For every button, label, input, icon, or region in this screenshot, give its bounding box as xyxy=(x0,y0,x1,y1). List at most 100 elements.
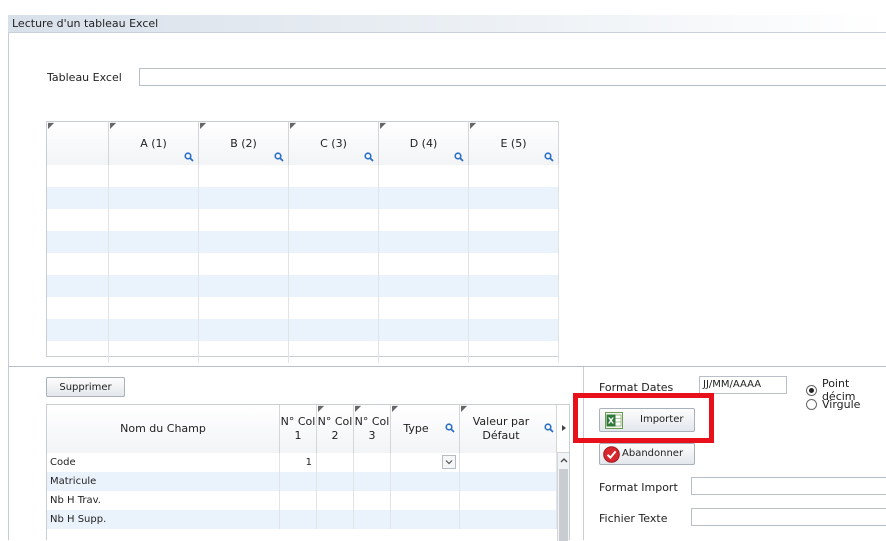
format-dates-input[interactable]: JJ/MM/AAAA xyxy=(699,376,787,394)
excel-grid-cell[interactable] xyxy=(109,253,199,275)
excel-col-header-b[interactable]: ◤ B (2) xyxy=(199,121,289,165)
excel-grid-cell[interactable] xyxy=(469,231,559,253)
mapping-cell-valeur[interactable] xyxy=(460,472,557,491)
excel-file-input[interactable] xyxy=(139,68,886,86)
fichier-texte-input[interactable] xyxy=(691,508,886,526)
excel-grid-cell[interactable] xyxy=(199,319,289,341)
excel-grid-cell[interactable] xyxy=(379,275,469,297)
delete-button[interactable]: Supprimer xyxy=(46,377,125,397)
column-nav-right-icon[interactable] xyxy=(559,423,569,433)
magnifier-icon[interactable] xyxy=(454,152,464,162)
dropdown-chevron-icon[interactable] xyxy=(442,455,456,469)
excel-grid-row[interactable] xyxy=(47,209,559,231)
mapping-cell-col3[interactable] xyxy=(354,453,391,472)
excel-grid-cell[interactable] xyxy=(289,275,379,297)
mapping-grid-row[interactable]: Nb H Supp. xyxy=(47,510,557,529)
excel-grid-cell[interactable] xyxy=(379,209,469,231)
col-header-col3[interactable]: ◤ N° Col 3 xyxy=(354,404,391,453)
mapping-cell-col3[interactable] xyxy=(354,472,391,491)
excel-grid-cell[interactable] xyxy=(47,187,109,209)
mapping-cell-col1[interactable] xyxy=(280,510,317,529)
excel-grid-cell[interactable] xyxy=(379,253,469,275)
radio-virgule[interactable]: Virgule xyxy=(806,398,860,411)
excel-grid-cell[interactable] xyxy=(199,165,289,187)
excel-grid-cell[interactable] xyxy=(379,319,469,341)
magnifier-icon[interactable] xyxy=(364,152,374,162)
mapping-cell-valeur[interactable] xyxy=(460,453,557,472)
col-header-col1[interactable]: N° Col 1 xyxy=(280,405,317,453)
excel-grid-cell[interactable] xyxy=(199,209,289,231)
excel-grid-cell[interactable] xyxy=(289,253,379,275)
mapping-grid-row[interactable]: Nb H Trav. xyxy=(47,491,557,510)
scroll-thumb[interactable] xyxy=(559,469,568,541)
excel-col-header-c[interactable]: ◤ C (3) xyxy=(289,121,379,165)
excel-grid-cell[interactable] xyxy=(289,209,379,231)
format-import-input[interactable] xyxy=(691,477,886,495)
cancel-button[interactable]: Abandonner xyxy=(599,443,695,465)
magnifier-icon[interactable] xyxy=(274,152,284,162)
excel-grid-cell[interactable] xyxy=(109,341,199,363)
excel-grid-cell[interactable] xyxy=(199,253,289,275)
excel-grid-cell[interactable] xyxy=(379,341,469,363)
excel-col-header-d[interactable]: ◤ D (4) xyxy=(379,121,469,165)
excel-grid-cell[interactable] xyxy=(109,275,199,297)
excel-grid-cell[interactable] xyxy=(199,275,289,297)
excel-grid-cell[interactable] xyxy=(47,209,109,231)
mapping-cell-type[interactable] xyxy=(391,453,460,472)
excel-grid-cell[interactable] xyxy=(47,275,109,297)
magnifier-icon[interactable] xyxy=(544,423,554,433)
col-header-nom-champ[interactable]: Nom du Champ xyxy=(47,405,280,453)
magnifier-icon[interactable] xyxy=(544,152,554,162)
excel-grid-cell[interactable] xyxy=(289,231,379,253)
excel-grid-cell[interactable] xyxy=(109,209,199,231)
excel-grid-cell[interactable] xyxy=(199,297,289,319)
mapping-cell-valeur[interactable] xyxy=(460,491,557,510)
mapping-cell-col2[interactable] xyxy=(317,472,354,491)
excel-grid-row[interactable] xyxy=(47,297,559,319)
excel-grid-cell[interactable] xyxy=(469,253,559,275)
mapping-grid-row[interactable]: Code 1 xyxy=(47,453,557,472)
field-mapping-grid[interactable]: Nom du Champ N° Col 1 ◤ N° Col 2 ◤ N° Co… xyxy=(46,404,570,541)
mapping-cell-col3[interactable] xyxy=(354,510,391,529)
col-header-valeur-defaut[interactable]: ◤ Valeur par Défaut xyxy=(460,404,557,453)
col-header-type[interactable]: ◤ Type xyxy=(391,404,460,453)
excel-grid-row[interactable] xyxy=(47,187,559,209)
magnifier-icon[interactable] xyxy=(445,423,455,433)
excel-grid-cell[interactable] xyxy=(289,187,379,209)
mapping-cell-nom[interactable]: Matricule xyxy=(47,472,280,491)
excel-grid-cell[interactable] xyxy=(47,297,109,319)
mapping-cell-nom[interactable]: Nb H Supp. xyxy=(47,510,280,529)
mapping-cell-col2[interactable] xyxy=(317,510,354,529)
excel-col-header-a[interactable]: ◤ A (1) xyxy=(109,121,199,165)
mapping-cell-nom[interactable]: Nb H Trav. xyxy=(47,491,280,510)
excel-grid-cell[interactable] xyxy=(47,165,109,187)
excel-grid-cell[interactable] xyxy=(469,275,559,297)
excel-grid-cell[interactable] xyxy=(379,165,469,187)
excel-grid-cell[interactable] xyxy=(109,165,199,187)
excel-grid-row[interactable] xyxy=(47,319,559,341)
excel-grid-row[interactable] xyxy=(47,231,559,253)
excel-col-header-e[interactable]: ◤ E (5) xyxy=(469,121,559,165)
excel-grid-cell[interactable] xyxy=(289,341,379,363)
mapping-cell-col3[interactable] xyxy=(354,491,391,510)
excel-grid-cell[interactable] xyxy=(47,231,109,253)
excel-grid-cell[interactable] xyxy=(109,187,199,209)
mapping-cell-col2[interactable] xyxy=(317,491,354,510)
excel-grid-cell[interactable] xyxy=(47,341,109,363)
magnifier-icon[interactable] xyxy=(184,152,194,162)
excel-grid-cell[interactable] xyxy=(199,341,289,363)
mapping-cell-type[interactable] xyxy=(391,510,460,529)
excel-grid-cell[interactable] xyxy=(469,187,559,209)
excel-grid-cell[interactable] xyxy=(379,231,469,253)
excel-grid-cell[interactable] xyxy=(469,319,559,341)
excel-grid-cell[interactable] xyxy=(47,253,109,275)
mapping-cell-col1[interactable]: 1 xyxy=(280,453,317,472)
mapping-grid-row[interactable]: Matricule xyxy=(47,472,557,491)
mapping-cell-col1[interactable] xyxy=(280,472,317,491)
excel-col-header-rownum[interactable]: ◤ xyxy=(47,121,109,165)
excel-grid-cell[interactable] xyxy=(289,297,379,319)
excel-grid-row[interactable] xyxy=(47,165,559,187)
excel-grid-cell[interactable] xyxy=(469,165,559,187)
excel-grid-cell[interactable] xyxy=(289,165,379,187)
mapping-cell-type[interactable] xyxy=(391,472,460,491)
